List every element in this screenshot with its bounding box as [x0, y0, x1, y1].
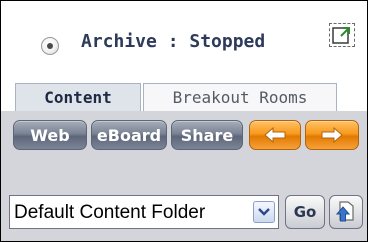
share-button[interactable]: Share [171, 120, 243, 150]
go-button[interactable]: Go [285, 195, 325, 229]
eboard-button[interactable]: eBoard [91, 120, 167, 150]
tab-bar: Content Breakout Rooms [1, 77, 367, 111]
content-panel: Archive : Stopped Content Breakout Rooms… [0, 0, 368, 242]
archive-status-label: Archive : Stopped [81, 31, 266, 52]
web-button[interactable]: Web [13, 120, 87, 150]
chevron-down-icon[interactable] [253, 201, 275, 223]
content-toolbar: Web eBoard Share [1, 111, 367, 165]
arrow-left-icon [264, 127, 286, 143]
folder-up-button[interactable] [329, 195, 363, 229]
forward-button[interactable] [305, 120, 359, 150]
tab-breakout-rooms[interactable]: Breakout Rooms [143, 83, 337, 111]
arrow-right-icon [321, 127, 343, 143]
tab-content[interactable]: Content [15, 83, 141, 111]
folder-bar: Default Content Folder Go [1, 165, 367, 241]
content-folder-select[interactable]: Default Content Folder [9, 195, 279, 229]
panel-header: Archive : Stopped [1, 1, 367, 77]
popout-window-icon[interactable] [329, 23, 355, 47]
back-button[interactable] [249, 120, 301, 150]
recording-status-icon [41, 37, 59, 55]
folder-select-value: Default Content Folder [14, 202, 206, 223]
folder-up-icon [335, 201, 354, 222]
